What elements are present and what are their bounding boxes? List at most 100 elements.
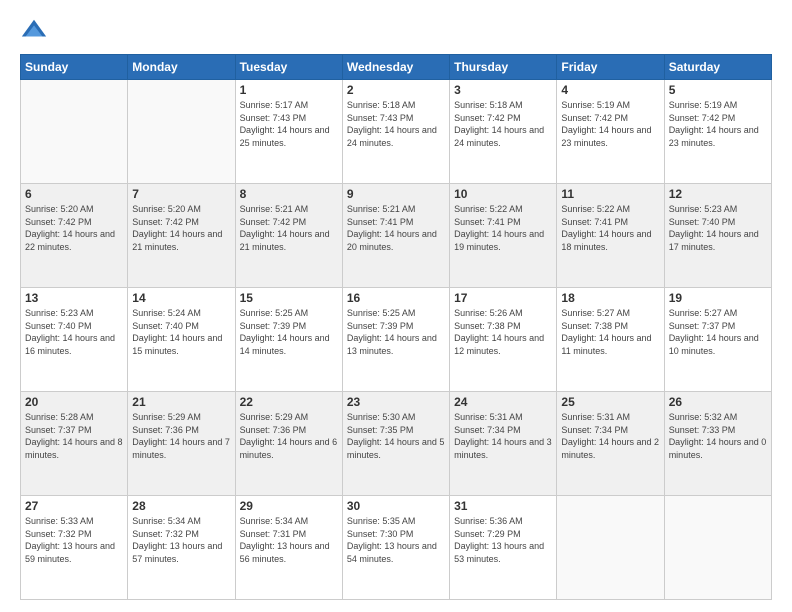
day-info: Sunrise: 5:25 AM Sunset: 7:39 PM Dayligh… — [240, 307, 338, 357]
calendar-cell: 18 Sunrise: 5:27 AM Sunset: 7:38 PM Dayli… — [557, 288, 664, 392]
day-number: 26 — [669, 395, 767, 409]
day-info: Sunrise: 5:27 AM Sunset: 7:38 PM Dayligh… — [561, 307, 659, 357]
day-number: 1 — [240, 83, 338, 97]
day-number: 18 — [561, 291, 659, 305]
calendar-header-saturday: Saturday — [664, 55, 771, 80]
calendar-cell: 12Sunrise: 5:23 AM Sunset: 7:40 PM Dayli… — [664, 184, 771, 288]
day-number: 15 — [240, 291, 338, 305]
day-number: 21 — [132, 395, 230, 409]
day-info: Sunrise: 5:32 AM Sunset: 7:33 PM Dayligh… — [669, 411, 767, 461]
calendar-cell: 25Sunrise: 5:31 AM Sunset: 7:34 PM Dayli… — [557, 392, 664, 496]
day-info: Sunrise: 5:33 AM Sunset: 7:32 PM Dayligh… — [25, 515, 123, 565]
calendar-cell: 27Sunrise: 5:33 AM Sunset: 7:32 PM Dayli… — [21, 496, 128, 600]
day-info: Sunrise: 5:17 AM Sunset: 7:43 PM Dayligh… — [240, 99, 338, 149]
calendar-cell: 2 Sunrise: 5:18 AM Sunset: 7:43 PM Daylig… — [342, 80, 449, 184]
calendar-cell: 8 Sunrise: 5:21 AM Sunset: 7:42 PM Daylig… — [235, 184, 342, 288]
calendar-cell: 19 Sunrise: 5:27 AM Sunset: 7:37 PM Dayli… — [664, 288, 771, 392]
day-info: Sunrise: 5:19 AM Sunset: 7:42 PM Dayligh… — [669, 99, 767, 149]
day-info: Sunrise: 5:29 AM Sunset: 7:36 PM Dayligh… — [240, 411, 338, 461]
day-info: Sunrise: 5:22 AM Sunset: 7:41 PM Dayligh… — [454, 203, 552, 253]
day-info: Sunrise: 5:25 AM Sunset: 7:39 PM Dayligh… — [347, 307, 445, 357]
calendar-week-2: 6 Sunrise: 5:20 AM Sunset: 7:42 PM Daylig… — [21, 184, 772, 288]
calendar-cell: 23 Sunrise: 5:30 AM Sunset: 7:35 PM Dayli… — [342, 392, 449, 496]
calendar-cell: 6Sunrise: 5:20 AM Sunset: 7:42 PM Daylig… — [21, 184, 128, 288]
calendar-cell: 14Sunrise: 5:24 AM Sunset: 7:40 PM Dayli… — [128, 288, 235, 392]
day-info: Sunrise: 5:30 AM Sunset: 7:35 PM Dayligh… — [347, 411, 445, 461]
day-number: 24 — [454, 395, 552, 409]
calendar-cell: 29Sunrise: 5:34 AM Sunset: 7:31 PM Dayli… — [235, 496, 342, 600]
day-number: 2 — [347, 83, 445, 97]
calendar-header-thursday: Thursday — [450, 55, 557, 80]
calendar-cell: 20Sunrise: 5:28 AM Sunset: 7:37 PM Dayli… — [21, 392, 128, 496]
day-info: Sunrise: 5:27 AM Sunset: 7:37 PM Dayligh… — [669, 307, 767, 357]
day-number: 12 — [669, 187, 767, 201]
calendar-header-monday: Monday — [128, 55, 235, 80]
calendar-cell: 4 Sunrise: 5:19 AM Sunset: 7:42 PM Daylig… — [557, 80, 664, 184]
day-info: Sunrise: 5:31 AM Sunset: 7:34 PM Dayligh… — [561, 411, 659, 461]
day-info: Sunrise: 5:35 AM Sunset: 7:30 PM Dayligh… — [347, 515, 445, 565]
day-number: 10 — [454, 187, 552, 201]
calendar-week-1: 1 Sunrise: 5:17 AM Sunset: 7:43 PM Daylig… — [21, 80, 772, 184]
day-number: 17 — [454, 291, 552, 305]
day-info: Sunrise: 5:21 AM Sunset: 7:42 PM Dayligh… — [240, 203, 338, 253]
calendar-cell: 17Sunrise: 5:26 AM Sunset: 7:38 PM Dayli… — [450, 288, 557, 392]
day-info: Sunrise: 5:18 AM Sunset: 7:42 PM Dayligh… — [454, 99, 552, 149]
day-number: 8 — [240, 187, 338, 201]
logo — [20, 16, 52, 44]
calendar-cell: 21 Sunrise: 5:29 AM Sunset: 7:36 PM Dayli… — [128, 392, 235, 496]
calendar-header-wednesday: Wednesday — [342, 55, 449, 80]
calendar-cell: 5 Sunrise: 5:19 AM Sunset: 7:42 PM Daylig… — [664, 80, 771, 184]
calendar-header-row: SundayMondayTuesdayWednesdayThursdayFrid… — [21, 55, 772, 80]
day-number: 28 — [132, 499, 230, 513]
calendar-header-friday: Friday — [557, 55, 664, 80]
day-info: Sunrise: 5:36 AM Sunset: 7:29 PM Dayligh… — [454, 515, 552, 565]
day-number: 30 — [347, 499, 445, 513]
day-number: 11 — [561, 187, 659, 201]
day-number: 13 — [25, 291, 123, 305]
calendar-week-5: 27Sunrise: 5:33 AM Sunset: 7:32 PM Dayli… — [21, 496, 772, 600]
day-info: Sunrise: 5:29 AM Sunset: 7:36 PM Dayligh… — [132, 411, 230, 461]
calendar-cell — [21, 80, 128, 184]
calendar-cell: 1 Sunrise: 5:17 AM Sunset: 7:43 PM Daylig… — [235, 80, 342, 184]
calendar-cell: 22 Sunrise: 5:29 AM Sunset: 7:36 PM Dayli… — [235, 392, 342, 496]
calendar-week-3: 13Sunrise: 5:23 AM Sunset: 7:40 PM Dayli… — [21, 288, 772, 392]
calendar-cell: 10 Sunrise: 5:22 AM Sunset: 7:41 PM Dayli… — [450, 184, 557, 288]
calendar-table: SundayMondayTuesdayWednesdayThursdayFrid… — [20, 54, 772, 600]
day-info: Sunrise: 5:22 AM Sunset: 7:41 PM Dayligh… — [561, 203, 659, 253]
day-number: 4 — [561, 83, 659, 97]
day-number: 14 — [132, 291, 230, 305]
day-info: Sunrise: 5:34 AM Sunset: 7:32 PM Dayligh… — [132, 515, 230, 565]
calendar-cell: 13Sunrise: 5:23 AM Sunset: 7:40 PM Dayli… — [21, 288, 128, 392]
day-info: Sunrise: 5:20 AM Sunset: 7:42 PM Dayligh… — [132, 203, 230, 253]
logo-icon — [20, 16, 48, 44]
calendar-cell — [128, 80, 235, 184]
day-number: 9 — [347, 187, 445, 201]
day-number: 6 — [25, 187, 123, 201]
calendar-cell: 15 Sunrise: 5:25 AM Sunset: 7:39 PM Dayli… — [235, 288, 342, 392]
day-number: 19 — [669, 291, 767, 305]
day-number: 22 — [240, 395, 338, 409]
calendar-header-sunday: Sunday — [21, 55, 128, 80]
calendar-cell — [557, 496, 664, 600]
day-info: Sunrise: 5:28 AM Sunset: 7:37 PM Dayligh… — [25, 411, 123, 461]
calendar-cell: 30 Sunrise: 5:35 AM Sunset: 7:30 PM Dayli… — [342, 496, 449, 600]
calendar-cell: 16Sunrise: 5:25 AM Sunset: 7:39 PM Dayli… — [342, 288, 449, 392]
day-number: 31 — [454, 499, 552, 513]
calendar-week-4: 20Sunrise: 5:28 AM Sunset: 7:37 PM Dayli… — [21, 392, 772, 496]
day-info: Sunrise: 5:18 AM Sunset: 7:43 PM Dayligh… — [347, 99, 445, 149]
day-info: Sunrise: 5:19 AM Sunset: 7:42 PM Dayligh… — [561, 99, 659, 149]
header — [20, 16, 772, 44]
calendar-cell: 31 Sunrise: 5:36 AM Sunset: 7:29 PM Dayli… — [450, 496, 557, 600]
calendar-cell: 24Sunrise: 5:31 AM Sunset: 7:34 PM Dayli… — [450, 392, 557, 496]
calendar-cell: 11 Sunrise: 5:22 AM Sunset: 7:41 PM Dayli… — [557, 184, 664, 288]
day-number: 7 — [132, 187, 230, 201]
calendar-cell: 26 Sunrise: 5:32 AM Sunset: 7:33 PM Dayli… — [664, 392, 771, 496]
calendar-cell: 3Sunrise: 5:18 AM Sunset: 7:42 PM Daylig… — [450, 80, 557, 184]
calendar-cell — [664, 496, 771, 600]
calendar-cell: 28 Sunrise: 5:34 AM Sunset: 7:32 PM Dayli… — [128, 496, 235, 600]
day-number: 5 — [669, 83, 767, 97]
day-number: 29 — [240, 499, 338, 513]
day-info: Sunrise: 5:21 AM Sunset: 7:41 PM Dayligh… — [347, 203, 445, 253]
day-number: 23 — [347, 395, 445, 409]
calendar-header-tuesday: Tuesday — [235, 55, 342, 80]
